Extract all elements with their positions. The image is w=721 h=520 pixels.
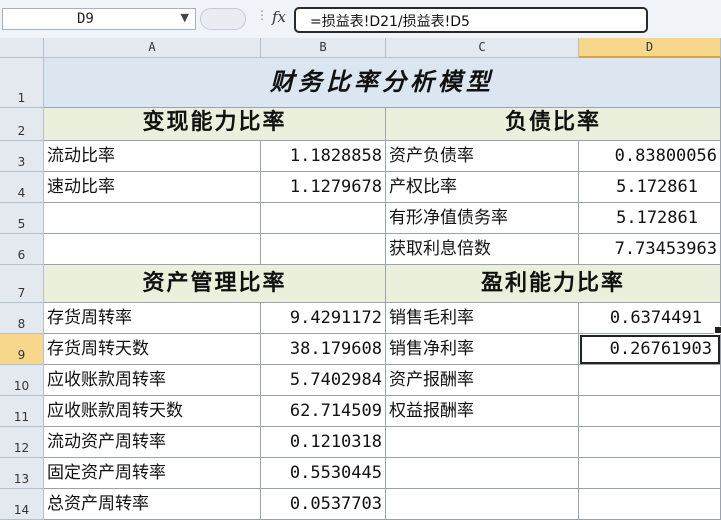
name-box[interactable]: D9 ▼ [2, 8, 196, 30]
cell-c9[interactable]: 销售净利率 [386, 334, 579, 365]
cell-d8[interactable]: 0.6374491 [579, 303, 721, 334]
cell-a8[interactable]: 存货周转率 [44, 303, 261, 334]
cell-d14[interactable] [579, 489, 721, 520]
section-profitability[interactable]: 盈利能力比率 [386, 265, 721, 303]
cell-a9[interactable]: 存货周转天数 [44, 334, 261, 365]
row-number: 2 [17, 124, 26, 138]
formula-bar-controls[interactable] [200, 8, 246, 30]
cell-c13[interactable] [386, 458, 579, 489]
cell-d13[interactable] [579, 458, 721, 489]
row-header-6[interactable]: 6 [0, 234, 44, 265]
sheet-title[interactable]: 财务比率分析模型 [44, 58, 721, 108]
formula-input[interactable]: =损益表!D21/损益表!D5 [294, 7, 648, 33]
cell-b8[interactable]: 9.4291172 [261, 303, 386, 334]
cell-c6[interactable]: 获取利息倍数 [386, 234, 579, 265]
cell-d11[interactable] [579, 396, 721, 427]
row-header-5[interactable]: 5 [0, 203, 44, 234]
cell-c12[interactable] [386, 427, 579, 458]
cell-a6[interactable] [44, 234, 261, 265]
row-number: 10 [13, 379, 30, 393]
row-header-4[interactable]: 4 [0, 172, 44, 203]
formula-text: =损益表!D21/损益表!D5 [310, 14, 470, 30]
row-number: 9 [17, 348, 26, 362]
row-number: 8 [17, 317, 26, 331]
cell-a3[interactable]: 流动比率 [44, 141, 261, 172]
cell-b5[interactable] [261, 203, 386, 234]
row-header-10[interactable]: 10 [0, 365, 44, 396]
row-number: 13 [13, 472, 30, 486]
cell-b6[interactable] [261, 234, 386, 265]
section-asset-mgmt[interactable]: 资产管理比率 [44, 265, 386, 303]
row-number: 6 [17, 248, 26, 262]
column-header-b[interactable]: B [261, 38, 386, 58]
cell-b9[interactable]: 38.179608 [261, 334, 386, 365]
row-header-2[interactable]: 2 [0, 108, 44, 141]
cell-a4[interactable]: 速动比率 [44, 172, 261, 203]
formula-bar: D9 ▼ ⋮ fx =损益表!D21/损益表!D5 [0, 0, 721, 39]
cell-a14[interactable]: 总资产周转率 [44, 489, 261, 520]
name-box-value: D9 [77, 11, 94, 27]
cell-b14[interactable]: 0.0537703 [261, 489, 386, 520]
cell-b13[interactable]: 0.5530445 [261, 458, 386, 489]
section-debt[interactable]: 负债比率 [386, 108, 721, 141]
row-header-11[interactable]: 11 [0, 396, 44, 427]
cell-a11[interactable]: 应收账款周转天数 [44, 396, 261, 427]
row-header-14[interactable]: 14 [0, 489, 44, 520]
column-header-d[interactable]: D [579, 38, 721, 58]
cell-b11[interactable]: 62.714509 [261, 396, 386, 427]
cell-c8[interactable]: 销售毛利率 [386, 303, 579, 334]
row-number: 11 [13, 410, 30, 424]
column-header-c[interactable]: C [386, 38, 579, 58]
chevron-down-icon[interactable]: ▼ [181, 11, 189, 24]
cell-c14[interactable] [386, 489, 579, 520]
cell-c4[interactable]: 产权比率 [386, 172, 579, 203]
cell-b3[interactable]: 1.1828858 [261, 141, 386, 172]
fill-handle[interactable] [714, 326, 721, 334]
cell-d12[interactable] [579, 427, 721, 458]
row-header-3[interactable]: 3 [0, 141, 44, 172]
cell-d9-active[interactable]: 0.26761903 [579, 334, 721, 365]
cell-b10[interactable]: 5.7402984 [261, 365, 386, 396]
spreadsheet-grid: A B C D 1 2 3 4 5 6 7 8 9 10 11 12 13 14… [0, 38, 721, 520]
cell-c5[interactable]: 有形净值债务率 [386, 203, 579, 234]
row-header-12[interactable]: 12 [0, 427, 44, 458]
section-liquidity[interactable]: 变现能力比率 [44, 108, 386, 141]
row-number: 3 [17, 155, 26, 169]
cell-a10[interactable]: 应收账款周转率 [44, 365, 261, 396]
cell-d10[interactable] [579, 365, 721, 396]
row-number: 1 [17, 91, 26, 105]
cell-a5[interactable] [44, 203, 261, 234]
insert-function-icon[interactable]: fx [272, 8, 286, 26]
cell-d4[interactable]: 5.172861 [579, 172, 721, 203]
row-header-9[interactable]: 9 [0, 334, 44, 365]
select-all-corner[interactable] [0, 38, 44, 58]
row-number: 4 [17, 186, 26, 200]
row-number: 5 [17, 217, 26, 231]
cell-d3[interactable]: 0.83800056 [579, 141, 721, 172]
cell-d5[interactable]: 5.172861 [579, 203, 721, 234]
cell-a13[interactable]: 固定资产周转率 [44, 458, 261, 489]
row-number: 14 [13, 503, 30, 517]
row-number: 7 [17, 286, 26, 300]
row-header-8[interactable]: 8 [0, 303, 44, 334]
cell-b4[interactable]: 1.1279678 [261, 172, 386, 203]
row-header-7[interactable]: 7 [0, 265, 44, 303]
cell-b12[interactable]: 0.1210318 [261, 427, 386, 458]
row-header-1[interactable]: 1 [0, 58, 44, 108]
cell-a12[interactable]: 流动资产周转率 [44, 427, 261, 458]
cell-d6[interactable]: 7.73453963 [579, 234, 721, 265]
grip-dots-icon[interactable]: ⋮ [256, 8, 268, 22]
cell-c10[interactable]: 资产报酬率 [386, 365, 579, 396]
column-header-a[interactable]: A [44, 38, 261, 58]
row-number: 12 [13, 441, 30, 455]
cell-c11[interactable]: 权益报酬率 [386, 396, 579, 427]
cell-c3[interactable]: 资产负债率 [386, 141, 579, 172]
row-header-13[interactable]: 13 [0, 458, 44, 489]
